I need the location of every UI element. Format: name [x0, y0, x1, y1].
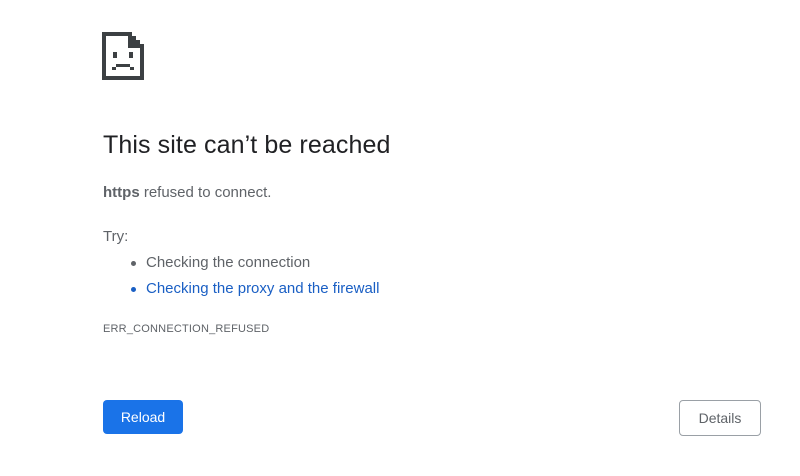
bullet-icon	[131, 287, 136, 292]
suggestions-list: Checking the connection Checking the pro…	[128, 253, 379, 305]
error-code: ERR_CONNECTION_REFUSED	[103, 323, 270, 335]
error-host: https	[103, 184, 140, 201]
suggestion-check-proxy-firewall[interactable]: Checking the proxy and the firewall	[128, 279, 379, 305]
reload-button[interactable]: Reload	[103, 400, 183, 434]
details-button[interactable]: Details	[679, 400, 761, 436]
suggestion-check-connection: Checking the connection	[128, 253, 379, 279]
try-label: Try:	[103, 228, 129, 245]
suggestion-label: Checking the connection	[146, 254, 311, 271]
error-title: This site can’t be reached	[103, 131, 391, 159]
proxy-firewall-link[interactable]: Checking the proxy and the firewall	[146, 280, 379, 297]
sad-page-icon	[102, 32, 144, 80]
error-message: https refused to connect.	[103, 184, 271, 201]
error-message-text: refused to connect.	[139, 184, 272, 201]
bullet-icon	[131, 261, 136, 266]
